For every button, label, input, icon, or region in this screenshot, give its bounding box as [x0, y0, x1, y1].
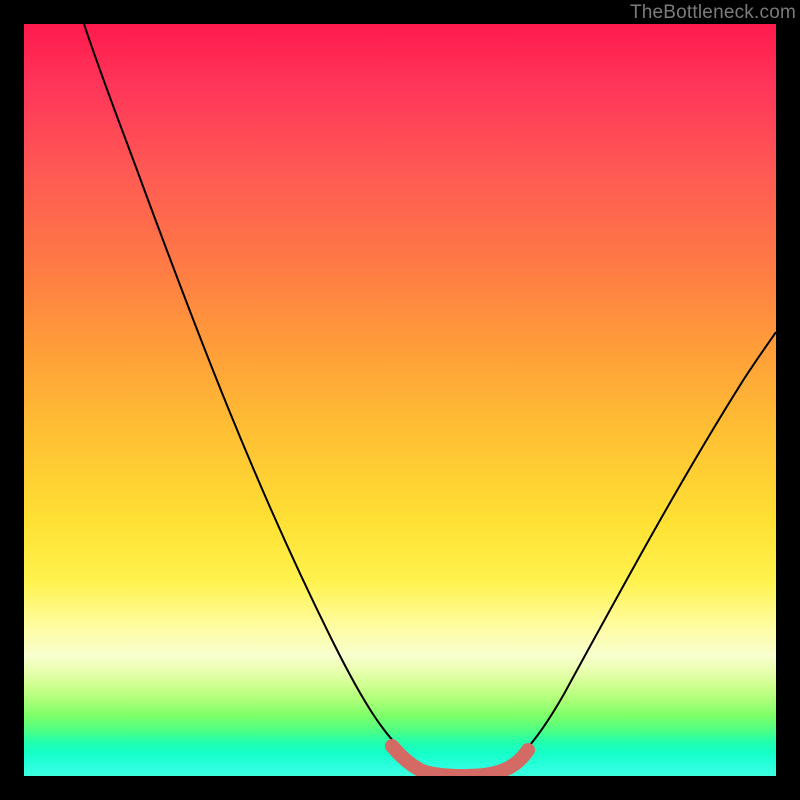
chart-svg [24, 24, 776, 776]
chart-plot-area [24, 24, 776, 776]
bottleneck-curve-path [84, 24, 776, 775]
watermark-text: TheBottleneck.com [630, 2, 796, 24]
optimal-valley-highlight-path [392, 746, 528, 776]
chart-frame: TheBottleneck.com [0, 0, 800, 800]
